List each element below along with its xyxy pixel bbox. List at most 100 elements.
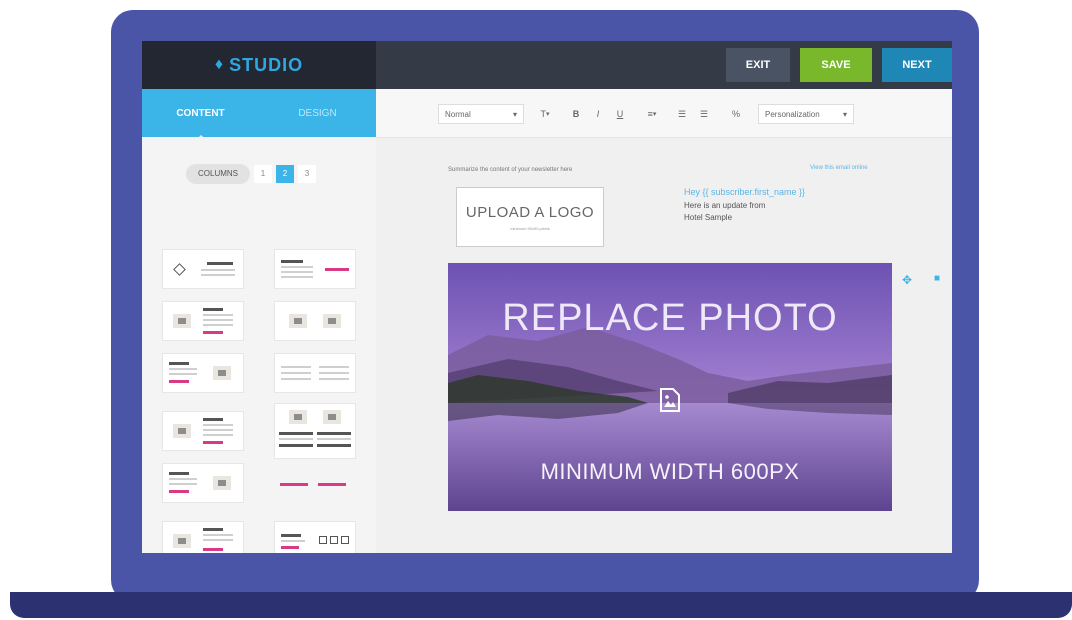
- tab-design[interactable]: DESIGN: [259, 89, 376, 137]
- block-line: [281, 540, 305, 542]
- paragraph-format-value: Normal: [445, 109, 471, 119]
- align-button[interactable]: ≡ ▾: [640, 104, 664, 124]
- delete-block-icon[interactable]: ■: [934, 273, 940, 284]
- link-button[interactable]: %: [728, 104, 744, 124]
- block-button-bar: [281, 546, 299, 549]
- chevron-down-icon: ▾: [652, 111, 657, 118]
- block-line: [203, 314, 233, 316]
- content-block-title-text[interactable]: [274, 249, 356, 289]
- content-block-two-image-cards[interactable]: [274, 403, 356, 459]
- image-placeholder-icon: [289, 410, 307, 424]
- top-header: ♦ STUDIO EXIT SAVE NEXT: [142, 41, 952, 89]
- content-block-image-text-3[interactable]: [162, 521, 244, 553]
- content-block-image-text[interactable]: [162, 301, 244, 341]
- logo: ♦ STUDIO: [142, 41, 376, 89]
- block-line: [281, 276, 313, 278]
- content-block-text-image-2[interactable]: [162, 463, 244, 503]
- content-block-logo-text[interactable]: [162, 249, 244, 289]
- block-line: [281, 366, 311, 368]
- block-line: [203, 324, 233, 326]
- bold-button[interactable]: B: [568, 104, 584, 124]
- preheader-text[interactable]: Summarize the content of your newsletter…: [448, 167, 572, 173]
- content-block-two-images[interactable]: [274, 301, 356, 341]
- image-placeholder-icon: [213, 476, 231, 490]
- underline-button[interactable]: U: [612, 104, 628, 124]
- block-line: [319, 366, 349, 368]
- active-tab-caret: [195, 135, 207, 141]
- intro-line-1[interactable]: Here is an update from: [684, 201, 765, 210]
- bullet-list-button[interactable]: ☰: [696, 104, 712, 124]
- block-button-bar: [169, 490, 189, 493]
- content-block-two-buttons[interactable]: [274, 473, 354, 497]
- block-line: [203, 418, 223, 421]
- block-line: [317, 432, 351, 435]
- block-button-bar: [203, 441, 223, 444]
- block-line: [169, 472, 189, 475]
- block-line: [319, 378, 349, 380]
- intro-line-2[interactable]: Hotel Sample: [684, 213, 732, 222]
- move-block-icon[interactable]: ✥: [902, 273, 912, 287]
- content-block-social-footer[interactable]: [274, 521, 356, 553]
- bullet-list-icon: ☰: [699, 108, 709, 119]
- image-file-icon: [660, 388, 680, 412]
- save-button[interactable]: SAVE: [800, 48, 872, 82]
- personalization-label: Personalization: [765, 109, 820, 119]
- greeting-text[interactable]: Hey {{ subscriber.first_name }}: [684, 187, 805, 197]
- numbered-list-icon: ☰: [677, 108, 687, 119]
- block-button-bar: [325, 268, 349, 271]
- laptop-base: [10, 592, 1072, 618]
- content-block-image-text-2[interactable]: [162, 411, 244, 451]
- personalization-select[interactable]: Personalization ▾: [758, 104, 854, 124]
- block-line: [279, 438, 313, 440]
- diamond-icon: [173, 263, 186, 276]
- block-line: [281, 266, 313, 268]
- block-line: [281, 372, 311, 374]
- block-line: [201, 269, 235, 271]
- font-size-button[interactable]: T ▾: [532, 104, 558, 124]
- view-online-link[interactable]: View this email online: [810, 165, 868, 171]
- numbered-list-button[interactable]: ☰: [674, 104, 690, 124]
- block-line: [203, 434, 233, 436]
- block-line: [207, 262, 233, 265]
- paragraph-format-select[interactable]: Normal ▾: [438, 104, 524, 124]
- block-line: [203, 308, 223, 311]
- columns-option-1[interactable]: 1: [254, 165, 273, 183]
- block-line: [203, 319, 233, 321]
- social-icon: [341, 536, 349, 544]
- content-block-text-image[interactable]: [162, 353, 244, 393]
- tab-content[interactable]: CONTENT: [142, 89, 259, 137]
- columns-option-3[interactable]: 3: [298, 165, 317, 183]
- image-placeholder-icon: [323, 314, 341, 328]
- content-block-two-text[interactable]: [274, 353, 356, 393]
- hero-photo-block[interactable]: REPLACE PHOTO MINIMUM WIDTH 600PX: [448, 263, 892, 511]
- next-button[interactable]: NEXT: [882, 48, 952, 82]
- italic-button[interactable]: I: [590, 104, 606, 124]
- chevron-down-icon: ▾: [545, 111, 550, 118]
- columns-label: COLUMNS: [186, 164, 251, 184]
- block-line: [281, 260, 303, 263]
- block-button-bar: [318, 483, 346, 486]
- block-line: [317, 438, 351, 440]
- block-line: [203, 429, 233, 431]
- editor-toolbar: Normal ▾ T ▾ B I U ≡ ▾ ☰ ☰ % Personalizati…: [376, 89, 952, 138]
- image-placeholder-icon: [173, 314, 191, 328]
- image-placeholder-icon: [173, 424, 191, 438]
- columns-option-2[interactable]: 2: [276, 165, 295, 183]
- block-line: [203, 528, 223, 531]
- minimum-width-caption: MINIMUM WIDTH 600PX: [540, 459, 800, 484]
- columns-selector: COLUMNS 1 2 3: [186, 164, 317, 184]
- block-line: [319, 372, 349, 374]
- link-icon: %: [731, 109, 740, 119]
- upload-logo-box[interactable]: UPLOAD A LOGO minimum 90x90 pixels: [456, 187, 604, 247]
- exit-button[interactable]: EXIT: [726, 48, 790, 82]
- block-line: [203, 424, 233, 426]
- block-line: [169, 373, 197, 375]
- replace-photo-title: REPLACE PHOTO: [502, 297, 838, 339]
- upload-logo-subtitle: minimum 90x90 pixels: [510, 226, 550, 231]
- block-line: [279, 432, 313, 435]
- image-placeholder-icon: [323, 410, 341, 424]
- social-icon: [330, 536, 338, 544]
- block-line: [169, 362, 189, 365]
- block-button-bar: [280, 483, 308, 486]
- block-button-bar: [203, 331, 223, 334]
